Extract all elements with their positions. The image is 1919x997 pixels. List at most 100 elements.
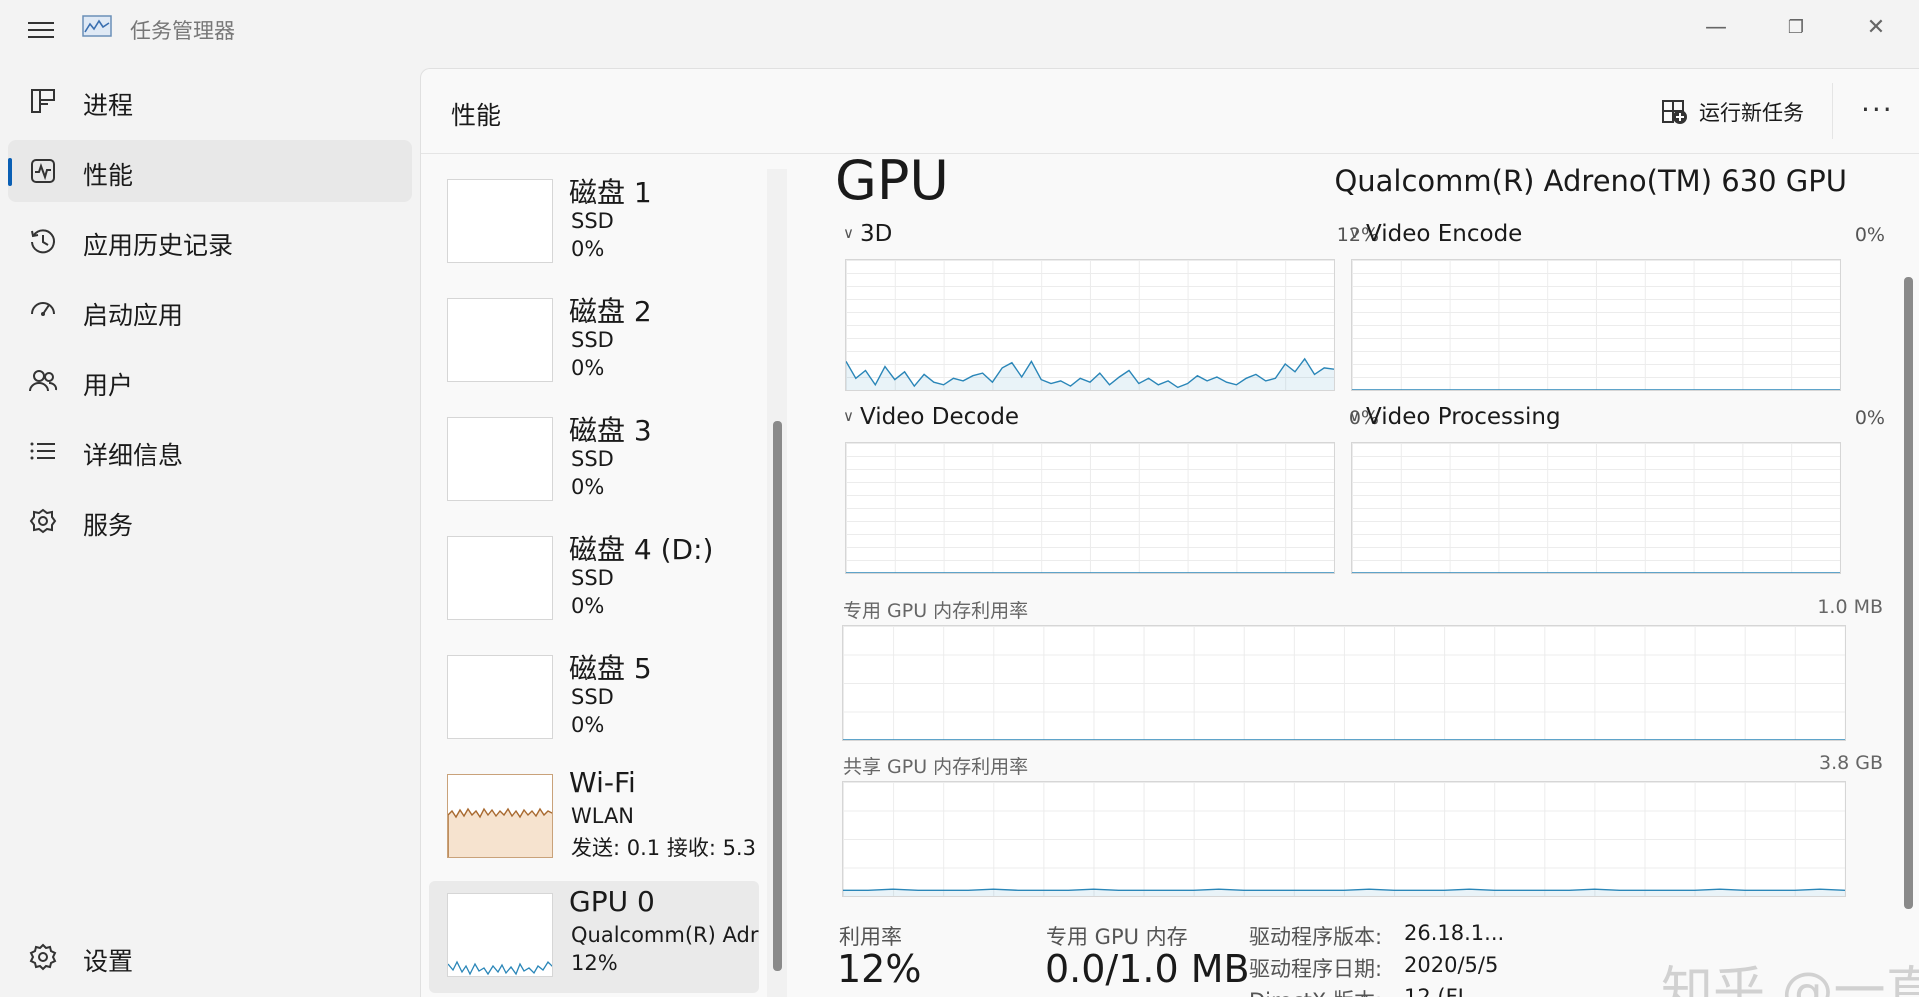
nav-item-startup[interactable]: 启动应用 xyxy=(8,280,412,342)
more-icon: ··· xyxy=(1861,93,1894,126)
device-name: 磁盘 4 (D:) xyxy=(569,533,714,566)
task-manager-window: 任务管理器 — ❐ ✕ 进程 性能 应用历史记录 启动应用 用户 详细信息 服务… xyxy=(0,0,1919,997)
device-list-scroll-thumb[interactable] xyxy=(773,421,782,971)
details-icon xyxy=(30,442,55,460)
nav-item-settings[interactable]: 设置 xyxy=(8,926,412,988)
chevron-down-icon: ∨ xyxy=(843,407,854,425)
nav-item-label: 用户 xyxy=(83,371,134,400)
driver-version-label: 驱动程序版本: xyxy=(1249,925,1383,949)
history-icon xyxy=(31,229,55,254)
device-name: Wi-Fi xyxy=(569,766,636,799)
series-area xyxy=(846,358,1334,390)
settings-icon xyxy=(29,943,57,971)
watermark-text: 知乎 @一直幸运一直作死 xyxy=(1661,962,1919,997)
device-item-gpu-0[interactable]: GPU 0 Qualcomm(R) Adreno(TM) 630 GPU 12% xyxy=(429,881,759,993)
chevron-down-icon: ∨ xyxy=(843,224,854,242)
shared-memory-graph xyxy=(842,781,1846,897)
device-type: SSD xyxy=(571,685,614,709)
detail-scroll-thumb[interactable] xyxy=(1904,277,1913,909)
nav-item-label: 应用历史记录 xyxy=(83,231,234,260)
detail-scrollbar[interactable] xyxy=(1897,169,1919,997)
graph-svg xyxy=(1352,572,1840,573)
device-value: 0% xyxy=(571,713,605,737)
task-manager-app-icon xyxy=(82,15,112,37)
device-item-disk-3[interactable]: 磁盘 3 SSD 0% xyxy=(429,405,759,517)
nav-item-label: 设置 xyxy=(83,947,134,976)
minimize-button[interactable]: — xyxy=(1696,12,1736,42)
shared-memory-max: 3.8 GB xyxy=(1818,752,1883,774)
device-value: 0% xyxy=(571,594,605,618)
device-type: SSD xyxy=(571,209,614,233)
device-type: SSD xyxy=(571,566,614,590)
gpu-sparkline xyxy=(448,960,552,976)
active-indicator xyxy=(8,158,12,186)
gpu-model-name: Qualcomm(R) Adreno(TM) 630 GPU xyxy=(1334,164,1847,198)
engine-selector-video-processing[interactable]: ∨ Video Processing xyxy=(1349,404,1561,430)
engine-label: 3D xyxy=(859,221,893,247)
nav-item-label: 性能 xyxy=(83,161,134,190)
processes-icon xyxy=(31,89,55,113)
device-name: 磁盘 1 xyxy=(569,176,652,209)
directx-version-value: 12 (FL xyxy=(1404,985,1470,997)
nav-item-label: 进程 xyxy=(83,91,134,120)
device-type: SSD xyxy=(571,328,614,352)
driver-version-value: 26.18.1... xyxy=(1404,921,1505,945)
device-type: SSD xyxy=(571,447,614,471)
engine-selector-video-decode[interactable]: ∨ Video Decode xyxy=(843,404,1019,430)
dedicated-memory-label: 专用 GPU 内存利用率 xyxy=(843,600,1029,622)
driver-date-value: 2020/5/5 xyxy=(1404,953,1499,977)
maximize-icon: ❐ xyxy=(1787,16,1805,38)
app-title: 任务管理器 xyxy=(130,19,235,43)
dedicated-memory-graph xyxy=(842,625,1846,741)
device-thumbnail xyxy=(447,298,553,382)
nav-item-processes[interactable]: 进程 xyxy=(8,70,412,132)
nav-item-label: 详细信息 xyxy=(83,441,184,470)
engine-3d-graph xyxy=(845,259,1335,391)
device-item-wifi[interactable]: Wi-Fi WLAN 发送: 0.1 接收: 5.3 M xyxy=(429,762,759,874)
device-item-disk-4[interactable]: 磁盘 4 (D:) SSD 0% xyxy=(429,524,759,636)
device-type: Qualcomm(R) Adreno(TM) 630 GPU xyxy=(571,923,759,947)
device-name: 磁盘 5 xyxy=(569,652,652,685)
menu-icon[interactable] xyxy=(28,20,54,40)
engine-label: Video Decode xyxy=(859,404,1020,430)
engine-value: 0% xyxy=(1854,407,1885,429)
more-options-button[interactable]: ··· xyxy=(1861,93,1894,126)
device-name: GPU 0 xyxy=(569,885,655,918)
device-item-disk-2[interactable]: 磁盘 2 SSD 0% xyxy=(429,286,759,398)
nav-item-users[interactable]: 用户 xyxy=(8,350,412,412)
nav-item-app-history[interactable]: 应用历史记录 xyxy=(8,210,412,272)
dedicated-gpu-memory-value: 0.0/1.0 MB xyxy=(1045,947,1250,991)
startup-icon xyxy=(31,302,55,316)
engine-selector-3d[interactable]: ∨ 3D xyxy=(843,221,892,247)
nav-item-label: 启动应用 xyxy=(83,301,184,330)
device-list-scrollbar[interactable] xyxy=(767,169,787,997)
wifi-thumbnail xyxy=(447,774,553,858)
graph-svg xyxy=(843,739,1845,740)
run-new-task-button[interactable]: 运行新任务 xyxy=(1661,97,1804,127)
nav-item-label: 服务 xyxy=(83,511,134,540)
graph-svg xyxy=(1352,389,1840,390)
maximize-button[interactable]: ❐ xyxy=(1776,12,1816,42)
engine-video-processing-graph xyxy=(1351,442,1841,574)
graph-svg xyxy=(846,357,1334,390)
nav-item-details[interactable]: 详细信息 xyxy=(8,420,412,482)
graph-svg xyxy=(843,888,1845,896)
engine-selector-video-encode[interactable]: ∨ Video Encode xyxy=(1349,221,1522,247)
device-item-disk-1[interactable]: 磁盘 1 SSD 0% xyxy=(429,167,759,279)
nav-item-services[interactable]: 服务 xyxy=(8,490,412,552)
services-icon xyxy=(29,508,57,534)
device-thumbnail xyxy=(447,655,553,739)
engine-video-decode-graph xyxy=(845,442,1335,574)
chevron-down-icon: ∨ xyxy=(1349,224,1360,242)
close-button[interactable]: ✕ xyxy=(1856,12,1896,42)
nav-item-performance[interactable]: 性能 xyxy=(8,140,412,202)
device-value: 0% xyxy=(571,356,605,380)
directx-version-label: DirectX 版本: xyxy=(1249,985,1382,997)
device-item-disk-5[interactable]: 磁盘 5 SSD 0% xyxy=(429,643,759,755)
performance-icon xyxy=(31,159,55,183)
device-thumbnail xyxy=(447,179,553,263)
device-value: 0% xyxy=(571,475,605,499)
device-name: 磁盘 2 xyxy=(569,295,652,328)
users-icon xyxy=(29,370,58,392)
panel-header: 性能 运行新任务 ··· xyxy=(421,69,1919,154)
